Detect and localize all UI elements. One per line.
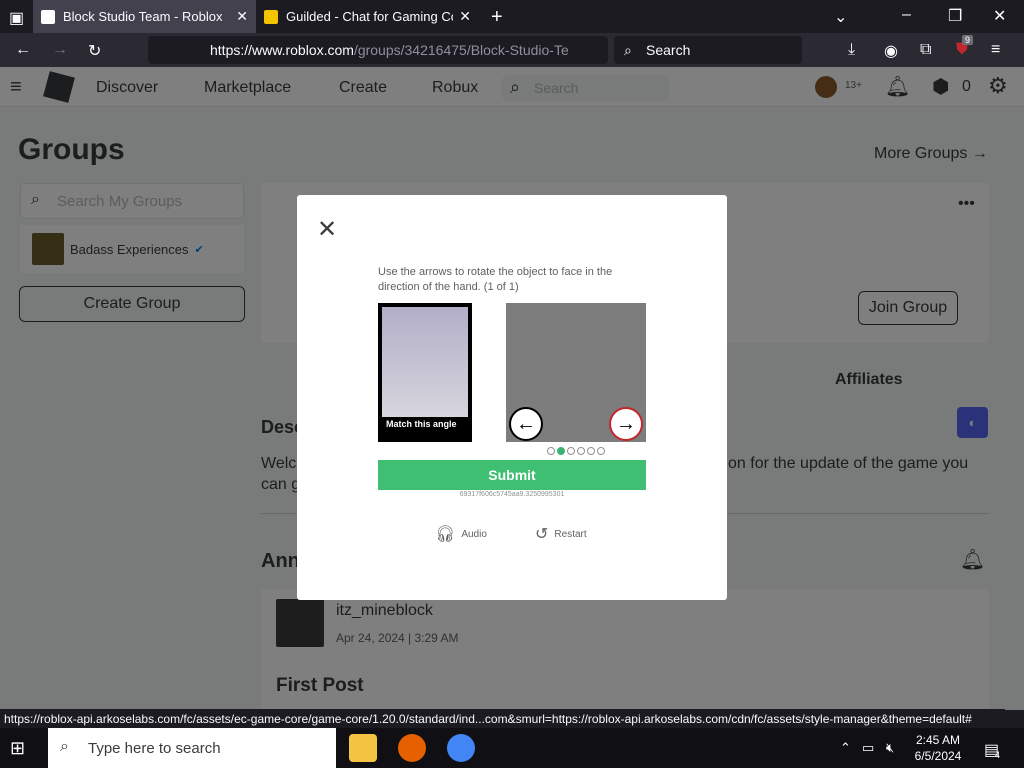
page-content: ≡ Discover Marketplace Create Robux ⌕ Se… bbox=[0, 67, 1024, 710]
back-icon[interactable]: ← bbox=[15, 41, 31, 59]
pagination-dot bbox=[587, 447, 595, 455]
captcha-instruction: Use the arrows to rotate the object to f… bbox=[378, 266, 613, 293]
tab-title: Guilded - Chat for Gaming Com bbox=[286, 9, 454, 24]
notification-count: 4 bbox=[995, 750, 1001, 760]
tab-title: Block Studio Team - Roblox bbox=[63, 9, 223, 24]
captcha-pagination bbox=[547, 447, 605, 455]
extensions-icon[interactable]: ⧉ bbox=[920, 41, 931, 59]
tab-list-icon[interactable]: ▣ bbox=[9, 8, 24, 28]
firefox-icon[interactable] bbox=[398, 734, 426, 762]
restore-icon[interactable]: ❐ bbox=[948, 6, 962, 26]
windows-taskbar: ⊞ ⌕ Type here to search ⌃ ▭ 🔇︎ 2:45 AM 6… bbox=[0, 728, 1024, 768]
submit-button[interactable]: Submit bbox=[378, 460, 646, 490]
close-tab-icon[interactable]: ✕ bbox=[459, 8, 471, 25]
reload-icon[interactable]: ↻ bbox=[88, 41, 101, 61]
menu-icon[interactable]: ≡ bbox=[991, 41, 1000, 59]
clock-time: 2:45 AM bbox=[915, 733, 961, 747]
restart-button[interactable]: ↺ Restart bbox=[535, 524, 587, 544]
rotate-right-button[interactable]: → bbox=[609, 407, 643, 441]
audio-button[interactable]: 🎧︎ Audio bbox=[435, 524, 487, 544]
restart-icon: ↺ bbox=[535, 526, 549, 543]
new-tab-icon[interactable]: + bbox=[491, 6, 503, 29]
link-status-bar: https://roblox-api.arkoselabs.com/fc/ass… bbox=[0, 709, 1005, 729]
url-bar[interactable]: https://www.roblox.com/groups/34216475/B… bbox=[148, 36, 608, 64]
file-explorer-icon[interactable] bbox=[349, 734, 377, 762]
pagination-dot bbox=[577, 447, 585, 455]
clock-date: 6/5/2024 bbox=[914, 749, 962, 763]
close-window-icon[interactable]: ✕ bbox=[993, 6, 1006, 26]
pagination-dot bbox=[567, 447, 575, 455]
taskbar-search-input[interactable]: ⌕ Type here to search bbox=[48, 728, 336, 768]
restart-label: Restart bbox=[554, 528, 587, 540]
extension-badge: 9 bbox=[962, 35, 974, 45]
windows-start-icon[interactable]: ⊞ bbox=[10, 738, 25, 759]
search-icon: ⌕ bbox=[60, 738, 69, 755]
pagination-dot bbox=[557, 447, 565, 455]
volume-muted-icon[interactable]: 🔇︎ bbox=[886, 740, 894, 756]
download-icon[interactable]: ⤓ bbox=[848, 41, 855, 59]
tab-guilded[interactable]: Guilded - Chat for Gaming Com ✕ bbox=[256, 0, 479, 33]
browser-search-input[interactable]: ⌕ Search bbox=[614, 36, 802, 64]
guilded-favicon-icon bbox=[264, 9, 278, 24]
chrome-icon[interactable] bbox=[447, 734, 475, 762]
search-icon: ⌕ bbox=[624, 42, 632, 58]
close-icon[interactable]: ✕ bbox=[317, 215, 337, 244]
chevron-up-icon[interactable]: ⌃ bbox=[840, 740, 851, 756]
audio-label: Audio bbox=[461, 528, 487, 540]
url-path: /groups/34216475/Block-Studio-Te bbox=[353, 42, 569, 58]
browser-search-placeholder: Search bbox=[646, 42, 691, 58]
roblox-favicon-icon bbox=[41, 9, 55, 24]
taskbar-search-placeholder: Type here to search bbox=[88, 739, 221, 757]
network-icon[interactable]: ▭ bbox=[862, 740, 874, 756]
session-id: 69317f606c5745aa9.3250995301 bbox=[459, 491, 565, 498]
pagination-dot bbox=[597, 447, 605, 455]
forward-icon[interactable]: → bbox=[52, 41, 68, 59]
close-tab-icon[interactable]: ✕ bbox=[236, 8, 248, 25]
minimize-icon[interactable]: – bbox=[902, 6, 911, 24]
headphones-icon: 🎧︎ bbox=[435, 526, 456, 543]
captcha-modal: ✕ Use the arrows to rotate the object to… bbox=[297, 195, 727, 600]
tab-roblox[interactable]: Block Studio Team - Roblox ✕ bbox=[33, 0, 256, 33]
url-host: https://www.roblox.com bbox=[210, 42, 354, 58]
pagination-dot bbox=[547, 447, 555, 455]
chevron-down-icon[interactable]: ⌄ bbox=[834, 7, 847, 27]
browser-tab-bar: ▣ Block Studio Team - Roblox ✕ Guilded -… bbox=[0, 0, 1024, 33]
reference-hand-image: Match this angle bbox=[378, 303, 472, 442]
hand-label: Match this angle bbox=[386, 419, 457, 429]
hand-icon bbox=[382, 307, 468, 417]
rotate-left-button[interactable]: ← bbox=[509, 407, 543, 441]
system-clock[interactable]: 2:45 AM 6/5/2024 bbox=[908, 732, 968, 764]
account-icon[interactable]: ◉ bbox=[884, 41, 898, 61]
